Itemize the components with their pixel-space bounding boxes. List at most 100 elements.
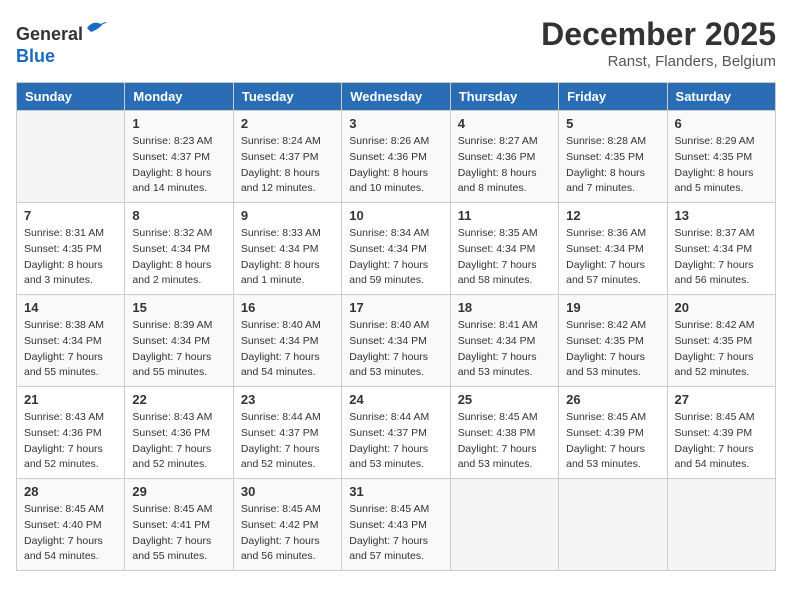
column-header-friday: Friday [559, 83, 667, 111]
day-info: Sunrise: 8:45 AM Sunset: 4:39 PM Dayligh… [675, 410, 768, 473]
day-number: 30 [241, 484, 334, 499]
month-title: December 2025 [541, 16, 776, 53]
calendar-cell: 6 Sunrise: 8:29 AM Sunset: 4:35 PM Daylig… [667, 111, 775, 203]
calendar-cell: 7Sunrise: 8:31 AM Sunset: 4:35 PM Daylig… [17, 203, 125, 295]
day-number: 27 [675, 392, 768, 407]
logo-blue-text: Blue [16, 46, 55, 66]
calendar-cell: 15Sunrise: 8:39 AM Sunset: 4:34 PM Dayli… [125, 295, 233, 387]
calendar-cell: 2 Sunrise: 8:24 AM Sunset: 4:37 PM Daylig… [233, 111, 341, 203]
day-number: 10 [349, 208, 442, 223]
day-number: 8 [132, 208, 225, 223]
column-header-thursday: Thursday [450, 83, 558, 111]
day-number: 2 [241, 116, 334, 131]
page-header: General Blue December 2025 Ranst, Flande… [16, 16, 776, 70]
calendar-table: SundayMondayTuesdayWednesdayThursdayFrid… [16, 82, 776, 571]
day-info: Sunrise: 8:45 AM Sunset: 4:42 PM Dayligh… [241, 502, 334, 565]
day-info: Sunrise: 8:42 AM Sunset: 4:35 PM Dayligh… [566, 318, 659, 381]
calendar-cell: 1 Sunrise: 8:23 AM Sunset: 4:37 PM Daylig… [125, 111, 233, 203]
day-info: Sunrise: 8:45 AM Sunset: 4:39 PM Dayligh… [566, 410, 659, 473]
day-info: Sunrise: 8:43 AM Sunset: 4:36 PM Dayligh… [24, 410, 117, 473]
calendar-cell: 3 Sunrise: 8:26 AM Sunset: 4:36 PM Daylig… [342, 111, 450, 203]
calendar-week-row: 21 Sunrise: 8:43 AM Sunset: 4:36 PM Dayli… [17, 387, 776, 479]
calendar-week-row: 28 Sunrise: 8:45 AM Sunset: 4:40 PM Dayli… [17, 479, 776, 571]
logo: General Blue [16, 16, 109, 67]
calendar-header-row: SundayMondayTuesdayWednesdayThursdayFrid… [17, 83, 776, 111]
day-number: 4 [458, 116, 551, 131]
day-info: Sunrise: 8:45 AM Sunset: 4:38 PM Dayligh… [458, 410, 551, 473]
calendar-cell: 30 Sunrise: 8:45 AM Sunset: 4:42 PM Dayli… [233, 479, 341, 571]
day-info: Sunrise: 8:34 AM Sunset: 4:34 PM Dayligh… [349, 226, 442, 289]
day-info: Sunrise: 8:29 AM Sunset: 4:35 PM Dayligh… [675, 134, 768, 197]
day-info: Sunrise: 8:38 AM Sunset: 4:34 PM Dayligh… [24, 318, 117, 381]
day-number: 11 [458, 208, 551, 223]
day-info: Sunrise: 8:32 AM Sunset: 4:34 PM Dayligh… [132, 226, 225, 289]
calendar-week-row: 14 Sunrise: 8:38 AM Sunset: 4:34 PM Dayli… [17, 295, 776, 387]
calendar-cell: 4 Sunrise: 8:27 AM Sunset: 4:36 PM Daylig… [450, 111, 558, 203]
day-number: 1 [132, 116, 225, 131]
calendar-cell: 19 Sunrise: 8:42 AM Sunset: 4:35 PM Dayli… [559, 295, 667, 387]
day-info: Sunrise: 8:45 AM Sunset: 4:40 PM Dayligh… [24, 502, 117, 565]
day-info: Sunrise: 8:40 AM Sunset: 4:34 PM Dayligh… [241, 318, 334, 381]
day-number: 13 [675, 208, 768, 223]
calendar-cell: 9Sunrise: 8:33 AM Sunset: 4:34 PM Daylig… [233, 203, 341, 295]
day-info: Sunrise: 8:36 AM Sunset: 4:34 PM Dayligh… [566, 226, 659, 289]
calendar-cell: 18 Sunrise: 8:41 AM Sunset: 4:34 PM Dayli… [450, 295, 558, 387]
calendar-cell [17, 111, 125, 203]
day-number: 21 [24, 392, 117, 407]
calendar-week-row: 1 Sunrise: 8:23 AM Sunset: 4:37 PM Daylig… [17, 111, 776, 203]
day-number: 3 [349, 116, 442, 131]
day-info: Sunrise: 8:41 AM Sunset: 4:34 PM Dayligh… [458, 318, 551, 381]
calendar-cell: 24 Sunrise: 8:44 AM Sunset: 4:37 PM Dayli… [342, 387, 450, 479]
calendar-cell: 25 Sunrise: 8:45 AM Sunset: 4:38 PM Dayli… [450, 387, 558, 479]
column-header-sunday: Sunday [17, 83, 125, 111]
day-number: 16 [241, 300, 334, 315]
day-info: Sunrise: 8:35 AM Sunset: 4:34 PM Dayligh… [458, 226, 551, 289]
day-info: Sunrise: 8:45 AM Sunset: 4:43 PM Dayligh… [349, 502, 442, 565]
day-number: 18 [458, 300, 551, 315]
calendar-cell: 17Sunrise: 8:40 AM Sunset: 4:34 PM Dayli… [342, 295, 450, 387]
day-info: Sunrise: 8:44 AM Sunset: 4:37 PM Dayligh… [241, 410, 334, 473]
calendar-cell: 16 Sunrise: 8:40 AM Sunset: 4:34 PM Dayli… [233, 295, 341, 387]
calendar-cell: 8 Sunrise: 8:32 AM Sunset: 4:34 PM Daylig… [125, 203, 233, 295]
day-number: 5 [566, 116, 659, 131]
column-header-tuesday: Tuesday [233, 83, 341, 111]
day-number: 26 [566, 392, 659, 407]
day-number: 22 [132, 392, 225, 407]
day-info: Sunrise: 8:44 AM Sunset: 4:37 PM Dayligh… [349, 410, 442, 473]
calendar-cell: 23 Sunrise: 8:44 AM Sunset: 4:37 PM Dayli… [233, 387, 341, 479]
day-info: Sunrise: 8:37 AM Sunset: 4:34 PM Dayligh… [675, 226, 768, 289]
day-info: Sunrise: 8:42 AM Sunset: 4:35 PM Dayligh… [675, 318, 768, 381]
day-info: Sunrise: 8:27 AM Sunset: 4:36 PM Dayligh… [458, 134, 551, 197]
calendar-week-row: 7Sunrise: 8:31 AM Sunset: 4:35 PM Daylig… [17, 203, 776, 295]
day-info: Sunrise: 8:26 AM Sunset: 4:36 PM Dayligh… [349, 134, 442, 197]
calendar-cell: 28 Sunrise: 8:45 AM Sunset: 4:40 PM Dayli… [17, 479, 125, 571]
day-info: Sunrise: 8:31 AM Sunset: 4:35 PM Dayligh… [24, 226, 117, 289]
logo-bird-icon [85, 16, 109, 40]
day-number: 14 [24, 300, 117, 315]
calendar-cell: 20 Sunrise: 8:42 AM Sunset: 4:35 PM Dayli… [667, 295, 775, 387]
day-info: Sunrise: 8:24 AM Sunset: 4:37 PM Dayligh… [241, 134, 334, 197]
day-number: 31 [349, 484, 442, 499]
calendar-cell: 11 Sunrise: 8:35 AM Sunset: 4:34 PM Dayli… [450, 203, 558, 295]
calendar-cell: 14 Sunrise: 8:38 AM Sunset: 4:34 PM Dayli… [17, 295, 125, 387]
location-text: Ranst, Flanders, Belgium [541, 53, 776, 70]
calendar-cell: 22Sunrise: 8:43 AM Sunset: 4:36 PM Dayli… [125, 387, 233, 479]
logo-general-text: General [16, 24, 83, 44]
day-number: 28 [24, 484, 117, 499]
day-number: 24 [349, 392, 442, 407]
day-number: 17 [349, 300, 442, 315]
calendar-cell [667, 479, 775, 571]
day-number: 19 [566, 300, 659, 315]
day-info: Sunrise: 8:28 AM Sunset: 4:35 PM Dayligh… [566, 134, 659, 197]
calendar-cell: 10 Sunrise: 8:34 AM Sunset: 4:34 PM Dayli… [342, 203, 450, 295]
calendar-cell: 13 Sunrise: 8:37 AM Sunset: 4:34 PM Dayli… [667, 203, 775, 295]
day-number: 6 [675, 116, 768, 131]
day-number: 23 [241, 392, 334, 407]
column-header-wednesday: Wednesday [342, 83, 450, 111]
calendar-cell: 27 Sunrise: 8:45 AM Sunset: 4:39 PM Dayli… [667, 387, 775, 479]
day-number: 15 [132, 300, 225, 315]
day-number: 25 [458, 392, 551, 407]
day-info: Sunrise: 8:23 AM Sunset: 4:37 PM Dayligh… [132, 134, 225, 197]
calendar-cell: 31 Sunrise: 8:45 AM Sunset: 4:43 PM Dayli… [342, 479, 450, 571]
day-number: 20 [675, 300, 768, 315]
